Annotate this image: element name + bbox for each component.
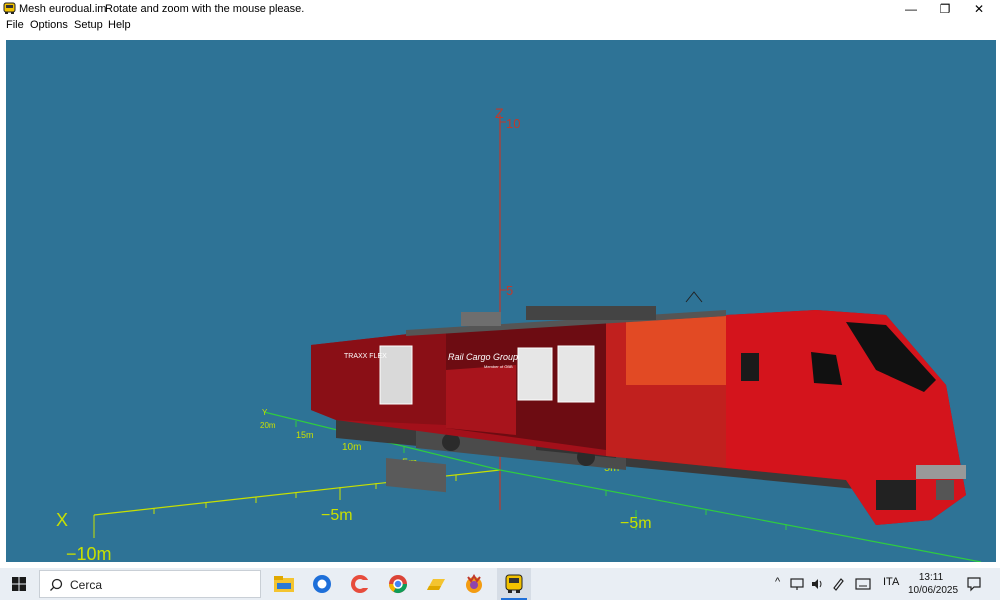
browser-e-icon[interactable]	[309, 571, 335, 597]
windows-icon	[12, 577, 26, 591]
front-tick-minus5: −5m	[620, 515, 652, 532]
folder-app-icon[interactable]	[423, 571, 449, 597]
chrome-icon[interactable]	[385, 571, 411, 597]
search-placeholder: Cerca	[70, 578, 103, 592]
menu-help[interactable]: Help	[108, 19, 131, 31]
search-box[interactable]: Cerca	[39, 570, 261, 598]
keyboard-icon[interactable]	[855, 577, 871, 591]
notification-icon[interactable]	[966, 576, 982, 592]
scene-svg: Z 10 5 X −10m −5m Y 20m 15m 10m 5m 5m −	[56, 105, 982, 562]
x-tick-minus10: −10m	[66, 544, 112, 562]
minimize-button[interactable]: —	[894, 0, 928, 18]
ccleaner-icon[interactable]	[347, 571, 373, 597]
taskbar: Cerca ^ ITA 13:11 10/06/2025	[0, 568, 1000, 600]
close-button[interactable]: ✕	[962, 0, 996, 18]
loco-logo-subtext: Member of ÖBB	[484, 364, 513, 369]
clock-date: 10/06/2025	[908, 585, 959, 596]
start-button[interactable]	[0, 568, 38, 600]
y-axis-label: Y	[262, 408, 268, 417]
3d-viewport[interactable]: Z 10 5 X −10m −5m Y 20m 15m 10m 5m 5m −	[6, 40, 996, 562]
menu-file[interactable]: File	[6, 19, 24, 31]
loco-side-text: TRAXX FLEX	[344, 353, 387, 360]
menu-bar: File Options Setup Help	[0, 18, 1000, 34]
search-icon	[50, 578, 63, 591]
restore-icon: ❐	[939, 2, 951, 16]
pen-icon[interactable]	[831, 577, 845, 591]
locomotive-app-icon	[3, 2, 16, 14]
y-tick-15: 15m	[296, 430, 314, 440]
title-bar: Mesh eurodual.im Rotate and zoom with th…	[0, 0, 1000, 18]
z-tick-5: 5	[506, 283, 513, 298]
volume-icon[interactable]	[810, 577, 824, 591]
language-indicator[interactable]: ITA	[883, 576, 899, 588]
tray-chevron-icon[interactable]: ^	[775, 576, 780, 588]
x-tick-minus5: −5m	[321, 507, 353, 524]
z-tick-10: 10	[506, 116, 520, 131]
z-axis-label: Z	[495, 105, 504, 121]
close-icon: ✕	[973, 2, 985, 16]
menu-setup[interactable]: Setup	[74, 19, 103, 31]
network-icon[interactable]	[790, 577, 804, 591]
locomotive-task-icon	[505, 574, 523, 593]
y-tick-20: 20m	[260, 421, 276, 430]
window-message: Rotate and zoom with the mouse please.	[105, 3, 305, 15]
restore-button[interactable]: ❐	[928, 0, 962, 18]
y-tick-10: 10m	[342, 442, 361, 453]
clock-time: 13:11	[918, 572, 944, 583]
minimize-icon: —	[905, 2, 917, 16]
window-title: Mesh eurodual.im	[19, 3, 107, 15]
photo-app-icon[interactable]	[461, 571, 487, 597]
system-clock[interactable]: 13:11 10/06/2025	[908, 571, 959, 597]
menu-options[interactable]: Options	[30, 19, 68, 31]
locomotive-model: TRAXX FLEX Rail Cargo Group Member of ÖB…	[311, 291, 966, 525]
x-axis-label: X	[56, 510, 68, 530]
loco-logo-text: Rail Cargo Group	[448, 352, 518, 362]
active-app-highlight[interactable]	[497, 568, 531, 600]
file-explorer-icon[interactable]	[271, 571, 297, 597]
